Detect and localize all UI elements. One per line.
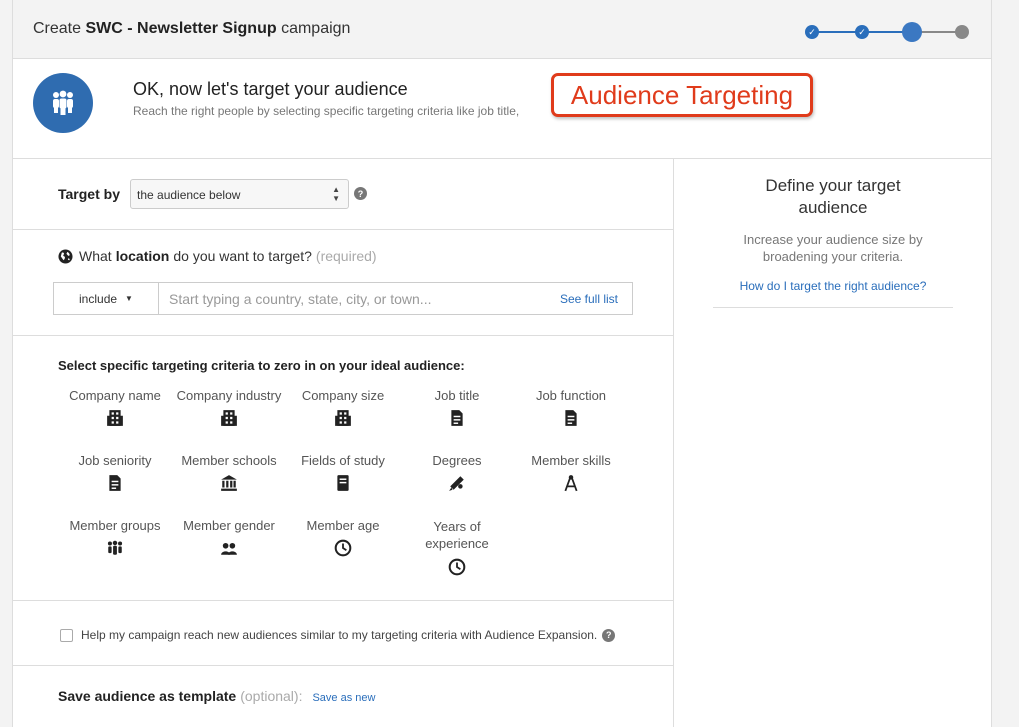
criteria-label: Member age (306, 518, 380, 533)
location-question-bold: location (115, 248, 170, 264)
help-icon[interactable]: ? (602, 628, 616, 642)
criteria-member-schools[interactable]: Member schools (172, 453, 286, 492)
intro-section: OK, now let's target your audience Reach… (13, 59, 991, 159)
location-input-group: include ▼ Start typing a country, state,… (53, 282, 633, 315)
help-sidebar: Define your target audience Increase you… (673, 159, 992, 727)
people-icon (221, 542, 237, 555)
step-1-complete[interactable]: ✓ (805, 25, 819, 39)
criteria-job-function[interactable]: Job function (514, 388, 628, 427)
criteria-job-title[interactable]: Job title (400, 388, 514, 427)
building-icon (107, 410, 123, 426)
criteria-label: Job function (535, 388, 607, 403)
compass-icon (564, 475, 578, 492)
criteria-label: Company name (69, 388, 161, 403)
required-label: (required) (315, 248, 377, 264)
sidebar-divider (713, 307, 953, 308)
document-icon (109, 475, 121, 491)
target-by-section: Target by the audience below ▲ ▼ ? (13, 159, 673, 230)
step-2-complete[interactable]: ✓ (855, 25, 869, 39)
clock-icon (448, 558, 466, 576)
criteria-member-groups[interactable]: Member groups (58, 518, 172, 557)
see-full-list-link[interactable]: See full list (560, 283, 632, 314)
document-icon (451, 410, 463, 426)
criteria-member-skills[interactable]: Member skills (514, 453, 628, 492)
target-by-value: the audience below (137, 188, 241, 202)
criteria-label: Years of experience (425, 519, 489, 551)
criteria-label: Company industry (176, 388, 282, 403)
header-prefix: Create (33, 20, 82, 37)
criteria-years-of-experience[interactable]: Years of experience (400, 518, 514, 576)
audience-group-icon (33, 73, 93, 133)
targeting-form: Target by the audience below ▲ ▼ ? What l… (13, 159, 673, 726)
criteria-label: Member groups (69, 518, 161, 533)
location-question: What location do you want to target? (re… (58, 248, 377, 264)
document-icon (565, 410, 577, 426)
page-header: Create SWC - Newsletter Signup campaign … (13, 0, 991, 59)
criteria-label: Member schools (181, 453, 277, 468)
save-as-new-link[interactable]: Save as new (312, 692, 375, 704)
building-icon (335, 410, 351, 426)
sidebar-title: Define your target audience (765, 176, 901, 217)
criteria-label: Job title (434, 388, 480, 403)
criteria-company-industry[interactable]: Company industry (172, 388, 286, 427)
header-suffix: campaign (281, 20, 351, 37)
step-4-pending (955, 25, 969, 39)
optional-label: (optional): (240, 688, 303, 704)
target-by-select[interactable]: the audience below ▲ ▼ (130, 179, 349, 209)
target-help-link[interactable]: How do I target the right audience? (674, 279, 992, 293)
location-search-input[interactable]: Start typing a country, state, city, or … (159, 283, 560, 314)
criteria-label: Member skills (531, 453, 611, 468)
select-arrows-icon: ▲ ▼ (332, 185, 340, 203)
caret-down-icon: ▼ (125, 294, 133, 303)
audience-expansion-label: Help my campaign reach new audiences sim… (81, 628, 598, 642)
diploma-icon (449, 476, 464, 491)
include-label: include (79, 291, 118, 306)
audience-expansion-checkbox[interactable] (60, 628, 73, 642)
criteria-label: Fields of study (301, 453, 385, 468)
globe-icon (58, 248, 73, 264)
campaign-name: SWC - Newsletter Signup (85, 20, 277, 37)
book-icon (337, 475, 349, 491)
sidebar-subtitle: Increase your audience size by broadenin… (743, 232, 923, 264)
criteria-degrees[interactable]: Degrees (400, 453, 514, 492)
clock-icon (334, 539, 352, 557)
intro-subtitle: Reach the right people by selecting spec… (133, 104, 520, 118)
progress-stepper: ✓ ✓ (805, 22, 969, 42)
criteria-label: Degrees (432, 453, 482, 468)
criteria-label: Company size (301, 388, 385, 403)
campaign-wizard: Create SWC - Newsletter Signup campaign … (12, 0, 992, 727)
criteria-section: Select specific targeting criteria to ze… (13, 336, 673, 601)
include-dropdown[interactable]: include ▼ (54, 283, 159, 314)
help-icon[interactable]: ? (354, 187, 367, 200)
criteria-company-size[interactable]: Company size (286, 388, 400, 427)
criteria-label: Job seniority (78, 453, 152, 468)
checkmark-icon: ✓ (808, 26, 816, 37)
save-template-section: Save audience as template (optional): Sa… (13, 666, 673, 726)
location-question-suffix: do you want to target? (173, 248, 312, 264)
save-template-label: Save audience as template (58, 688, 237, 704)
target-by-label: Target by (58, 186, 120, 202)
checkmark-icon: ✓ (858, 26, 866, 37)
criteria-label: Member gender (183, 518, 275, 533)
audience-targeting-callout: Audience Targeting (551, 73, 813, 117)
criteria-company-name[interactable]: Company name (58, 388, 172, 427)
criteria-member-gender[interactable]: Member gender (172, 518, 286, 557)
location-question-prefix: What (79, 248, 112, 264)
criteria-fields-of-study[interactable]: Fields of study (286, 453, 400, 492)
criteria-job-seniority[interactable]: Job seniority (58, 453, 172, 492)
criteria-title: Select specific targeting criteria to ze… (58, 358, 465, 373)
save-template-row: Save audience as template (optional): Sa… (58, 688, 375, 704)
group-icon (107, 540, 123, 555)
step-3-current[interactable] (902, 22, 922, 42)
audience-expansion-row: Help my campaign reach new audiences sim… (60, 628, 616, 642)
audience-expansion-section: Help my campaign reach new audiences sim… (13, 601, 673, 666)
building-icon (221, 410, 237, 426)
intro-title: OK, now let's target your audience (133, 79, 408, 99)
criteria-member-age[interactable]: Member age (286, 518, 400, 557)
institution-icon (221, 475, 237, 491)
location-section: What location do you want to target? (re… (13, 230, 673, 336)
